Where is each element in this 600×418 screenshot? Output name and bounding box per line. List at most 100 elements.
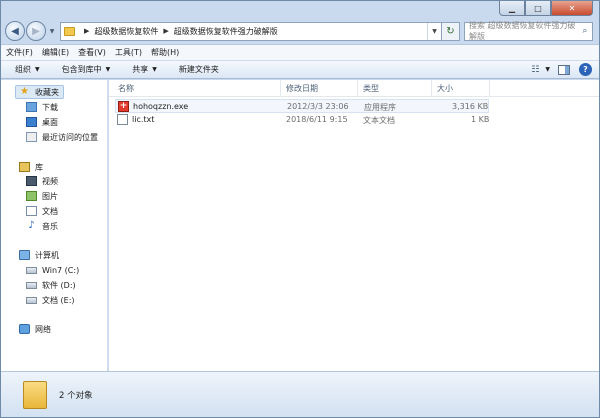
breadcrumb-separator-icon[interactable]: ▶ (84, 27, 89, 35)
preview-pane-icon[interactable] (558, 64, 570, 75)
file-list: 名称 修改日期 类型 大小 + hohoqzzn.exe 2012/3/3 23… (109, 80, 599, 371)
column-header-modified[interactable]: 修改日期 (286, 83, 318, 94)
nav-item-label: 图片 (42, 191, 58, 201)
address-dropdown-icon[interactable]: ▼ (427, 22, 441, 40)
new-folder-button[interactable]: 新建文件夹 (179, 64, 219, 75)
file-size: 1 KB (471, 115, 490, 124)
menu-help[interactable]: 帮助(H) (151, 47, 179, 58)
include-in-library-button[interactable]: 包含到库中 ▼ (62, 64, 111, 75)
nav-item-label: 下载 (42, 102, 58, 112)
file-type: 文本文档 (363, 116, 395, 125)
hard-drive-icon (26, 296, 37, 304)
nav-item-music[interactable]: ♪ 音乐 (26, 219, 58, 233)
exe-icon: + (118, 101, 129, 112)
menu-tools[interactable]: 工具(T) (115, 47, 142, 58)
refresh-icon: ↻ (446, 25, 455, 37)
nav-item-label: 文档 (E:) (42, 295, 75, 305)
nav-libraries[interactable]: 库 (19, 160, 43, 174)
maximize-button[interactable]: □ (525, 1, 551, 16)
item-count: 2 个对象 (59, 390, 93, 401)
view-dropdown-icon[interactable]: ▼ (545, 66, 550, 73)
file-name: hohoqzzn.exe (133, 102, 189, 111)
maximize-icon: □ (534, 3, 542, 13)
view-options-icon[interactable]: ☷ (528, 65, 542, 75)
menu-bar: 文件(F) 编辑(E) 查看(V) 工具(T) 帮助(H) (1, 44, 599, 60)
menu-edit[interactable]: 编辑(E) (42, 47, 69, 58)
file-modified: 2012/3/3 23:06 (287, 102, 349, 111)
nav-item-documents[interactable]: 文档 (26, 204, 58, 218)
folder-icon (64, 26, 75, 36)
search-icon[interactable]: ⌕ (578, 26, 592, 36)
minimize-icon: ▁ (508, 3, 516, 13)
file-type: 应用程序 (364, 103, 396, 112)
search-input[interactable]: 搜索 超级数据恢复软件强力破解版 ⌕ (464, 21, 593, 41)
address-bar[interactable]: ▶ 超级数据恢复软件 ▶ 超级数据恢复软件强力破解版 ▼ (60, 21, 442, 41)
file-row[interactable]: lic.txt 2018/6/11 9:15 文本文档 1 KB (115, 113, 489, 127)
chevron-down-icon: ▼ (152, 66, 157, 73)
column-divider[interactable] (280, 80, 281, 97)
navigation-pane: ★ 收藏夹 下载 桌面 最近访问的位置 库 视频 图片 文档 ♪ 音乐 计算机 … (1, 80, 108, 371)
nav-item-drive-c[interactable]: Win7 (C:) (26, 263, 79, 277)
nav-favorites-label: 收藏夹 (35, 87, 59, 97)
nav-favorites[interactable]: ★ 收藏夹 (15, 85, 64, 99)
column-header-name[interactable]: 名称 (118, 83, 134, 94)
hard-drive-icon (26, 281, 37, 289)
breadcrumb-separator-icon[interactable]: ▶ (163, 27, 168, 35)
nav-network[interactable]: 网络 (19, 322, 51, 336)
breadcrumb-item[interactable]: 超级数据恢复软件强力破解版 (174, 26, 278, 37)
nav-item-desktop[interactable]: 桌面 (26, 115, 58, 129)
file-name: lic.txt (132, 115, 155, 124)
nav-item-label: Win7 (C:) (42, 265, 80, 275)
folder-icon (23, 380, 47, 409)
chevron-down-icon: ▼ (105, 66, 111, 73)
nav-item-drive-d[interactable]: 软件 (D:) (26, 278, 76, 292)
column-header-size[interactable]: 大小 (437, 83, 453, 94)
close-button[interactable]: ✕ (551, 1, 593, 16)
menu-view[interactable]: 查看(V) (78, 47, 106, 58)
explorer-window: ▁ □ ✕ ◀ ▶ ▼ ▶ 超级数据恢复软件 ▶ 超级数据恢复软件强力破解版 ▼… (0, 0, 600, 418)
nav-item-label: 视频 (42, 176, 58, 186)
nav-item-label: 软件 (D:) (42, 280, 76, 290)
column-divider[interactable] (357, 80, 358, 97)
address-row: ◀ ▶ ▼ ▶ 超级数据恢复软件 ▶ 超级数据恢复软件强力破解版 ▼ ↻ 搜索 … (5, 20, 593, 42)
nav-computer[interactable]: 计算机 (19, 248, 59, 262)
recent-pages-dropdown[interactable]: ▼ (47, 28, 57, 35)
organize-button[interactable]: 组织 ▼ (15, 64, 40, 75)
column-header-type[interactable]: 类型 (363, 83, 379, 94)
close-icon: ✕ (568, 3, 576, 13)
nav-item-label: 最近访问的位置 (42, 132, 98, 142)
minimize-button[interactable]: ▁ (499, 1, 525, 16)
hard-drive-icon (26, 266, 37, 274)
nav-item-label: 桌面 (42, 117, 58, 127)
share-label: 共享 (132, 65, 149, 74)
column-divider[interactable] (431, 80, 432, 97)
forward-arrow-icon: ▶ (32, 25, 40, 37)
back-arrow-icon: ◀ (11, 25, 19, 37)
help-icon[interactable]: ? (579, 63, 592, 76)
video-library-icon (26, 176, 37, 186)
details-pane: 2 个对象 (1, 371, 599, 417)
nav-item-label: 文档 (42, 206, 58, 216)
breadcrumb-item[interactable]: 超级数据恢复软件 (94, 26, 158, 37)
command-bar: 组织 ▼ 包含到库中 ▼ 共享 ▼ 新建文件夹 ☷ ▼ ? (1, 60, 599, 79)
new-folder-label: 新建文件夹 (178, 65, 219, 74)
recent-places-icon (26, 132, 37, 142)
network-icon (19, 324, 30, 334)
file-row[interactable]: + hohoqzzn.exe 2012/3/3 23:06 应用程序 3,316… (115, 99, 489, 113)
refresh-button[interactable]: ↻ (442, 21, 460, 41)
share-button[interactable]: 共享 ▼ (132, 64, 157, 75)
menu-file[interactable]: 文件(F) (6, 47, 33, 58)
back-button[interactable]: ◀ (5, 21, 25, 41)
nav-item-videos[interactable]: 视频 (26, 174, 58, 188)
nav-item-pictures[interactable]: 图片 (26, 189, 58, 203)
forward-button[interactable]: ▶ (26, 21, 46, 41)
nav-item-downloads[interactable]: 下载 (26, 100, 58, 114)
computer-icon (19, 250, 30, 260)
nav-computer-label: 计算机 (35, 250, 59, 260)
column-divider[interactable] (489, 80, 490, 97)
column-header-row: 名称 修改日期 类型 大小 (109, 80, 599, 97)
document-library-icon (26, 206, 37, 216)
file-size: 3,316 KB (452, 102, 489, 111)
nav-item-drive-e[interactable]: 文档 (E:) (26, 293, 75, 307)
nav-item-recent-places[interactable]: 最近访问的位置 (26, 130, 98, 144)
